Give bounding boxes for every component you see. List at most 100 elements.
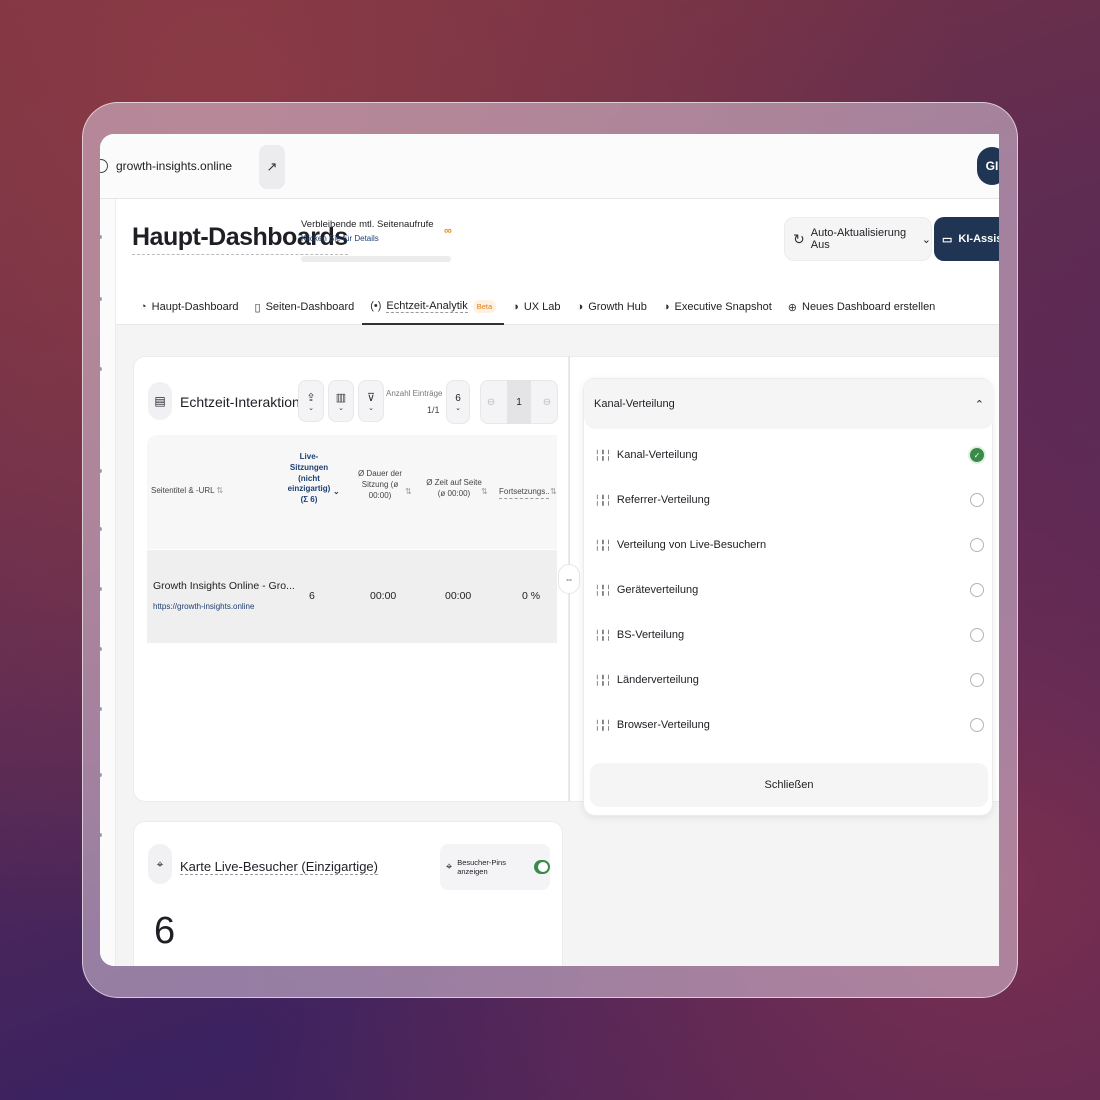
tab-executive-snapshot[interactable]: ◑ Executive Snapshot xyxy=(655,289,780,325)
beta-badge: Beta xyxy=(472,299,497,313)
ai-assistant-button[interactable]: ▭ KI-Assistent xyxy=(934,217,999,261)
table-row[interactable]: Growth Insights Online - Gro... https://… xyxy=(147,550,557,643)
quota-title: Verbleibende mtl. Seitenaufrufe xyxy=(301,219,434,230)
site-name: growth-insights.online xyxy=(116,159,233,173)
radio-icon[interactable] xyxy=(970,538,984,552)
filter-button[interactable]: ⊽ ⌄ xyxy=(358,380,384,422)
radio-icon[interactable] xyxy=(970,673,984,687)
column-header-duration[interactable]: Ø Dauer der Sitzung (ø 00:00) xyxy=(355,469,405,501)
column-label: Ø Dauer der Sitzung (ø 00:00) xyxy=(357,469,403,500)
radio-checked-icon[interactable]: ✓ xyxy=(970,448,984,462)
rail-dot[interactable] xyxy=(100,647,102,651)
sliders-icon: ╎╏╎ xyxy=(594,494,612,507)
column-header-sessions[interactable]: Live-Sitzungen (nicht einzigartig) (Σ 6) xyxy=(287,452,331,506)
chevron-down-icon: ⌄ xyxy=(921,233,931,246)
option-label: Browser-Verteilung xyxy=(616,719,710,731)
row-url[interactable]: https://growth-insights.online xyxy=(153,602,254,611)
chevron-down-icon: ⌄ xyxy=(338,404,344,412)
row-time: 00:00 xyxy=(445,590,472,602)
sort-icon: ⇅ xyxy=(481,487,488,496)
export-button[interactable]: ⇪ ⌄ xyxy=(298,380,324,422)
sort-icon: ⇅ xyxy=(405,487,412,496)
sort-icon: ⇅ xyxy=(216,486,224,495)
entries-select[interactable]: 6 ⌄ xyxy=(446,380,470,424)
tab-new-dashboard[interactable]: ⊕ Neues Dashboard erstellen xyxy=(780,289,944,325)
pin-icon: ⌖ xyxy=(446,860,453,873)
current-page[interactable]: 1 xyxy=(506,380,531,424)
option-laender[interactable]: ╎╏╎ Länderverteilung xyxy=(594,666,984,694)
table-header: Seitentitel & -URL ⇅ Live-Sitzungen (nic… xyxy=(147,435,557,549)
option-geraete[interactable]: ╎╏╎ Geräteverteilung xyxy=(594,576,984,604)
tab-ux-lab[interactable]: ◑ UX Lab xyxy=(504,289,568,325)
rail-dot[interactable] xyxy=(100,469,102,473)
pins-label: Besucher-Pins anzeigen xyxy=(457,858,506,876)
resize-handle-icon[interactable]: ⇔ xyxy=(558,564,580,594)
quota-details-link[interactable]: Klicken Sie für Details xyxy=(301,234,434,243)
rail-dot[interactable] xyxy=(100,367,102,371)
option-label-wrap: ╎╏╎ Geräteverteilung xyxy=(594,584,698,597)
rail-dot[interactable] xyxy=(100,587,102,591)
chart-icon: ◑ xyxy=(662,301,670,313)
columns-button[interactable]: ▥ ⌄ xyxy=(328,380,354,422)
option-bs[interactable]: ╎╏╎ BS-Verteilung xyxy=(594,621,984,649)
toggle-switch[interactable] xyxy=(534,860,550,874)
columns-icon: ▥ xyxy=(335,391,347,404)
tab-seiten-dashboard[interactable]: ▯ Seiten-Dashboard xyxy=(247,289,363,325)
next-page-icon[interactable]: ⊖ xyxy=(543,397,551,408)
map-pin-icon: ⌖ xyxy=(148,844,172,884)
radio-icon[interactable] xyxy=(970,493,984,507)
option-live-besucher[interactable]: ╎╏╎ Verteilung von Live-Besuchern xyxy=(594,531,984,559)
quota-value: ∞ xyxy=(444,225,452,237)
close-button[interactable]: Schließen xyxy=(590,763,988,807)
tab-haupt-dashboard[interactable]: ◔ Haupt-Dashboard xyxy=(132,289,247,325)
chevron-down-icon: ⌄ xyxy=(455,404,461,412)
prev-page-icon[interactable]: ⊖ xyxy=(487,397,495,408)
column-header-page[interactable]: Seitentitel & -URL ⇅ xyxy=(151,486,223,497)
plus-icon: ⊕ xyxy=(787,301,797,314)
open-external-button[interactable]: ↗ xyxy=(259,145,285,189)
rail-dot[interactable] xyxy=(100,833,102,837)
table-icon: ▤ xyxy=(148,382,172,420)
radio-icon[interactable] xyxy=(970,628,984,642)
rail-dot[interactable] xyxy=(100,707,102,711)
visitor-pins-toggle[interactable]: ⌖ Besucher-Pins anzeigen xyxy=(440,844,550,890)
sliders-icon: ╎╏╎ xyxy=(594,674,612,687)
dashboard-icon: ◔ xyxy=(140,301,147,313)
upload-icon: ⇪ xyxy=(306,391,316,404)
distribution-selected: Kanal-Verteilung xyxy=(594,398,675,410)
option-label: BS-Verteilung xyxy=(616,629,685,641)
rail-dot[interactable] xyxy=(100,235,102,239)
option-kanal[interactable]: ╎╏╎ Kanal-Verteilung ✓ xyxy=(594,441,984,469)
site-selector[interactable]: growth-insights.online ⌄ xyxy=(100,150,271,182)
row-duration: 00:00 xyxy=(370,590,397,602)
option-label-wrap: ╎╏╎ Verteilung von Live-Besuchern xyxy=(594,539,766,552)
radio-icon[interactable] xyxy=(970,718,984,732)
pageview-quota[interactable]: Verbleibende mtl. Seitenaufrufe Klicken … xyxy=(301,219,434,243)
sliders-icon: ╎╏╎ xyxy=(594,539,612,552)
entries-label: Anzahl Einträge xyxy=(386,389,443,398)
refresh-icon: ↻ xyxy=(793,230,805,247)
option-label-wrap: ╎╏╎ BS-Verteilung xyxy=(594,629,684,642)
filter-icon: ⊽ xyxy=(366,391,376,404)
radio-icon[interactable] xyxy=(970,583,984,597)
tab-echtzeit-analytik[interactable]: (•) Echtzeit-Analytik Beta xyxy=(362,289,505,325)
distribution-select[interactable]: Kanal-Verteilung ⌃ xyxy=(584,379,994,429)
dashboard-header: Haupt-Dashboards Verbleibende mtl. Seite… xyxy=(116,199,999,325)
avatar[interactable]: GI xyxy=(977,147,999,185)
option-browser[interactable]: ╎╏╎ Browser-Verteilung xyxy=(594,711,984,739)
column-label: Live-Sitzungen (nicht einzigartig) (Σ 6) xyxy=(287,452,331,505)
chevron-down-icon: ⌄ xyxy=(368,404,374,412)
option-referrer[interactable]: ╎╏╎ Referrer-Verteilung xyxy=(594,486,984,514)
sort-desc-icon: ⌄ xyxy=(333,487,340,496)
rail-dot[interactable] xyxy=(100,773,102,777)
option-label: Länderverteilung xyxy=(616,674,699,686)
ai-assistant-label: KI-Assistent xyxy=(958,233,999,245)
tab-growth-hub[interactable]: ◑ Growth Hub xyxy=(569,289,655,325)
card-title: Echtzeit-Interaktion xyxy=(180,394,300,410)
auto-refresh-select[interactable]: ↻ Auto-Aktualisierung Aus ⌄ xyxy=(784,217,932,261)
column-header-time[interactable]: Ø Zeit auf Seite (ø 00:00) xyxy=(425,478,483,500)
rail-dot[interactable] xyxy=(100,527,102,531)
tab-label: Seiten-Dashboard xyxy=(265,301,355,313)
column-header-continue[interactable]: Fortsetzungs... xyxy=(499,487,549,499)
rail-dot[interactable] xyxy=(100,297,102,301)
